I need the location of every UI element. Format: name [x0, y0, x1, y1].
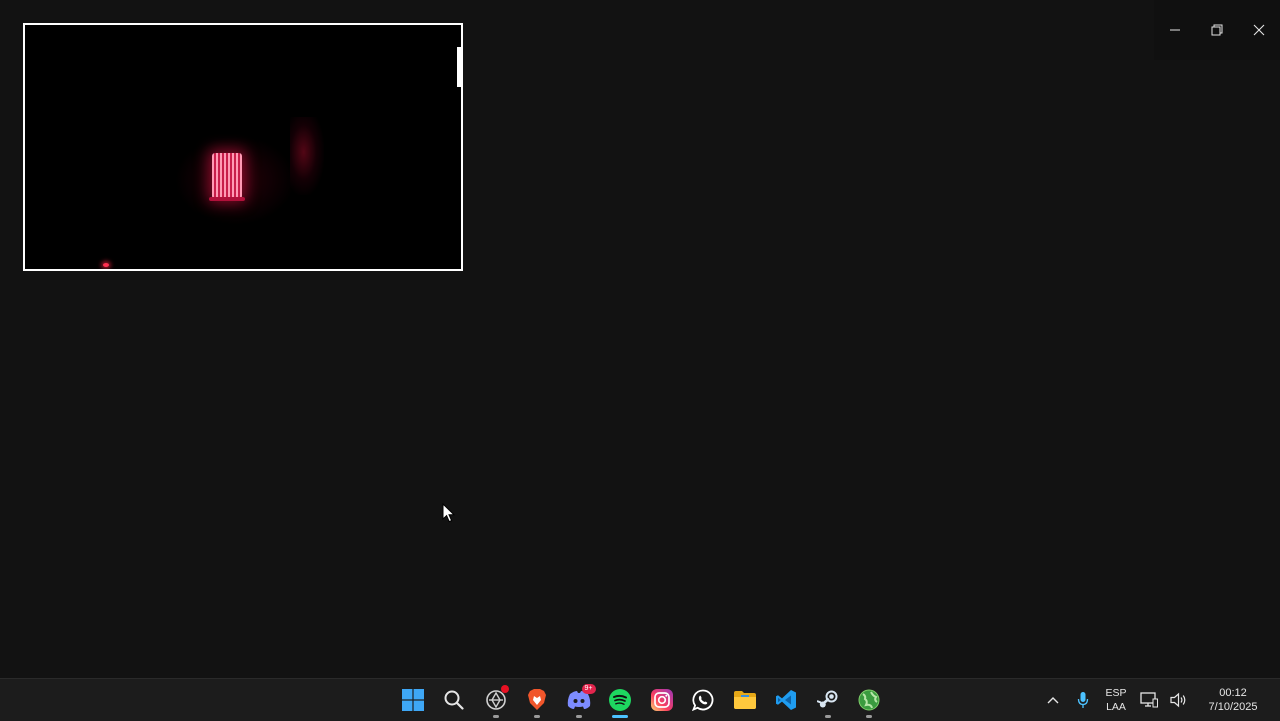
clock-time: 00:12 — [1219, 687, 1247, 699]
taskbar-app-steam[interactable] — [807, 679, 849, 721]
show-hidden-icons-button[interactable] — [1038, 679, 1068, 721]
camera-preview[interactable] — [23, 23, 463, 271]
notification-badge: 9+ — [581, 684, 596, 694]
desktop — [0, 0, 1280, 678]
preview-lamp — [212, 153, 242, 199]
speaker-icon — [1170, 692, 1186, 708]
running-indicator — [824, 715, 831, 718]
windows-logo-icon — [401, 689, 424, 711]
close-button[interactable] — [1238, 0, 1280, 60]
input-language-button[interactable]: ESP LAA — [1098, 686, 1134, 714]
taskbar-app-spotify[interactable] — [600, 679, 642, 721]
taskbar-app-file-explorer[interactable] — [724, 679, 766, 721]
notification-dot — [500, 685, 509, 693]
search-button[interactable] — [434, 679, 476, 721]
close-icon — [1253, 24, 1265, 36]
minimize-button[interactable] — [1154, 0, 1196, 60]
system-tray: ESP LAA 00:12 7/10/2025 — [1038, 679, 1280, 721]
minimize-icon — [1170, 29, 1180, 31]
running-indicator — [534, 715, 541, 718]
instagram-icon — [650, 689, 673, 711]
preview-resize-handle[interactable] — [457, 47, 461, 87]
taskbar-app-instagram[interactable] — [641, 679, 683, 721]
taskbar-app-discord[interactable]: 9+ — [558, 679, 600, 721]
keyboard-layout: LAA — [1106, 701, 1126, 713]
steam-icon — [816, 690, 838, 708]
brave-lion-icon — [528, 689, 547, 710]
microphone-icon — [1077, 692, 1089, 708]
taskbar-app-vscode[interactable] — [766, 679, 808, 721]
network-icon — [1140, 692, 1158, 708]
spotify-icon — [609, 689, 632, 711]
taskbar: 9+ ESP LAA 00:12 7/10/2025 — [0, 678, 1280, 721]
active-indicator — [612, 715, 629, 718]
whatsapp-icon — [692, 689, 714, 711]
microphone-button[interactable] — [1068, 679, 1098, 721]
taskbar-app-whatsapp[interactable] — [683, 679, 725, 721]
clock-button[interactable]: 00:12 7/10/2025 — [1194, 686, 1280, 714]
volume-button[interactable] — [1164, 679, 1194, 721]
running-indicator — [575, 715, 582, 718]
clock-date: 7/10/2025 — [1208, 701, 1258, 713]
network-button[interactable] — [1134, 679, 1164, 721]
window-controls — [1154, 0, 1280, 60]
running-indicator — [866, 715, 873, 718]
preview-led — [103, 263, 109, 267]
search-icon — [444, 690, 464, 710]
chevron-up-icon — [1047, 697, 1059, 704]
vscode-icon — [776, 690, 797, 710]
taskbar-app-globe[interactable] — [849, 679, 891, 721]
preview-face — [290, 117, 324, 195]
restore-icon — [1211, 24, 1223, 36]
running-indicator — [492, 715, 499, 718]
language-code: ESP — [1105, 687, 1127, 699]
start-button[interactable] — [392, 679, 434, 721]
globe-icon — [858, 689, 880, 711]
taskbar-app-chatgpt[interactable] — [475, 679, 517, 721]
folder-icon — [733, 691, 756, 709]
preview-lamp-base — [209, 197, 245, 201]
restore-button[interactable] — [1196, 0, 1238, 60]
taskbar-app-brave[interactable] — [517, 679, 559, 721]
mouse-cursor-icon — [442, 503, 456, 523]
taskbar-apps: 9+ — [392, 679, 890, 721]
